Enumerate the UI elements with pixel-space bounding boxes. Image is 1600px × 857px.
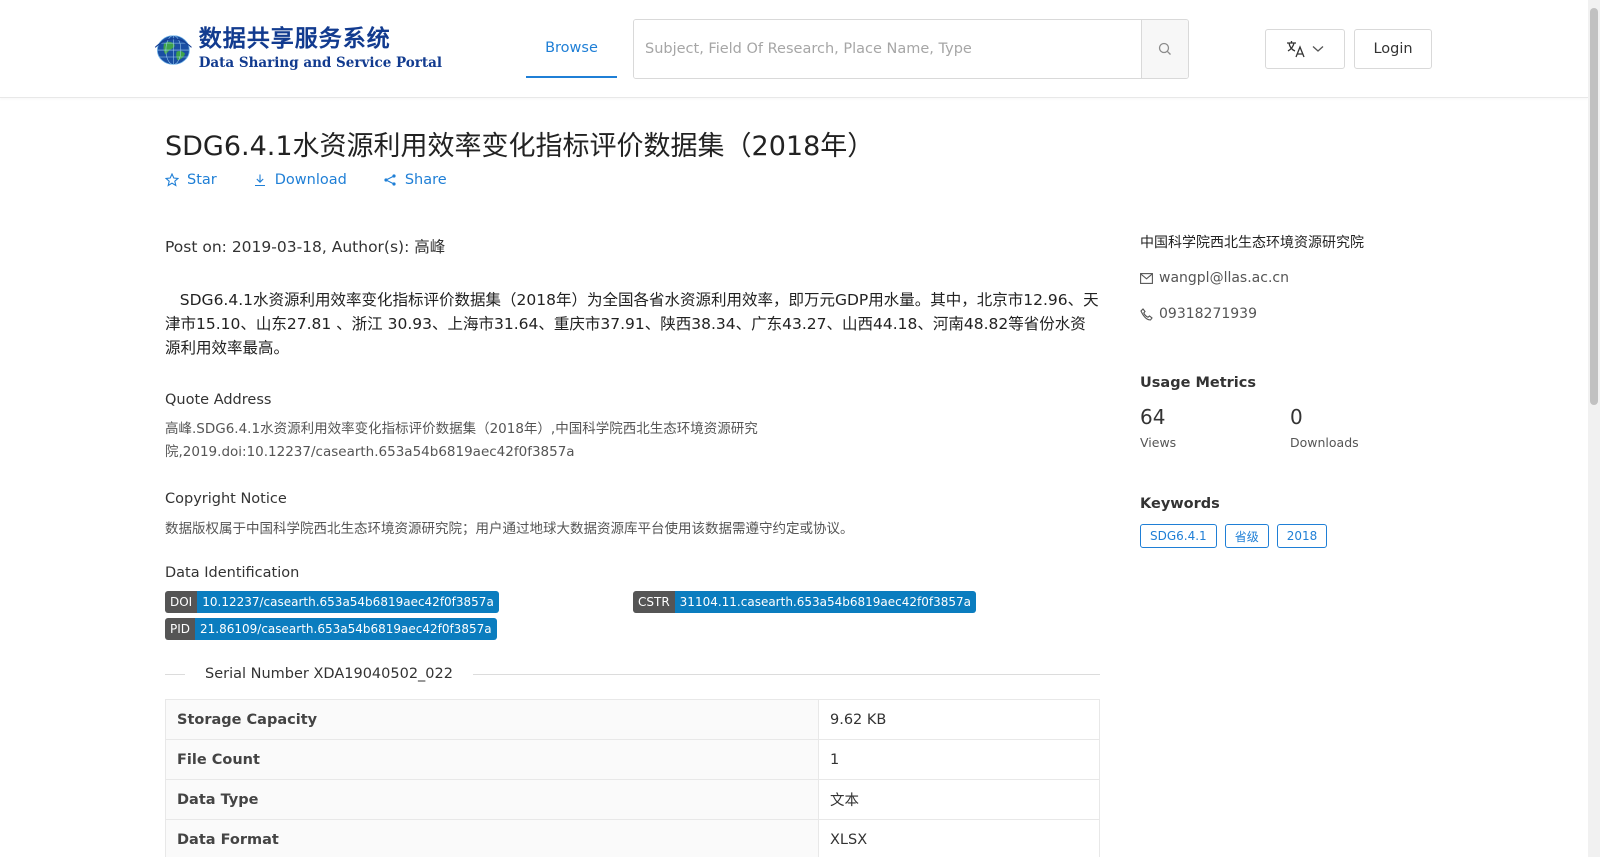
contact-email[interactable]: wangpl@llas.ac.cn [1140,270,1440,286]
phone-text: 09318271939 [1159,306,1257,322]
serial-number: Serial Number XDA19040502_022 [205,666,453,682]
meta-key: Data Type [165,779,819,820]
downloads-label: Downloads [1290,435,1359,450]
identification-section: Data Identification DOI 10.12237/caseart… [165,565,1100,643]
download-icon [254,174,265,187]
search-icon [1158,42,1171,55]
search-button[interactable] [1141,20,1188,78]
cstr-badge[interactable]: CSTR 31104.11.casearth.653a54b6819aec42f… [633,591,977,613]
dataset-metadata-table: Storage Capacity 9.62 KB File Count 1 Da… [165,699,1100,857]
views-label: Views [1140,435,1177,450]
cstr-key: CSTR [633,591,675,613]
keyword-tag[interactable]: SDG6.4.1 [1140,524,1217,548]
download-label: Download [274,172,347,188]
keyword-list: SDG6.4.1 省级 2018 [1140,524,1440,548]
top-header: 数据共享服务系统 Data Sharing and Service Portal… [0,0,1588,98]
quote-section: Quote Address 高峰.SDG6.4.1水资源利用效率变化指标评价数据… [165,392,1100,464]
dataset-actions: Star Download Share [165,172,447,188]
identification-title: Data Identification [165,565,300,581]
share-icon [384,174,396,186]
pid-value: 21.86109/casearth.653a54b6819aec42f0f385… [195,618,497,640]
meta-value: XLSX [818,819,1100,857]
mail-icon [1140,272,1153,284]
star-button[interactable]: Star [165,172,217,188]
keywords-section: Keywords SDG6.4.1 省级 2018 [1140,496,1440,548]
dataset-title: SDG6.4.1水资源利用效率变化指标评价数据集（2018年） [165,131,875,162]
cstr-value: 31104.11.casearth.653a54b6819aec42f0f385… [674,591,977,613]
scrollbar-thumb[interactable] [1590,8,1598,405]
quote-text: 高峰.SDG6.4.1水资源利用效率变化指标评价数据集（2018年）,中国科学院… [165,421,758,460]
meta-value: 9.62 KB [818,699,1100,740]
copyright-section: Copyright Notice 数据版权属于中国科学院西北生态环境资源研究院；… [165,491,1100,537]
downloads-metric: 0 Downloads [1290,405,1440,450]
usage-metrics-title: Usage Metrics [1140,375,1256,391]
post-info: Post on: 2019-03-18, Author(s): 高峰 [165,238,446,256]
meta-key: Storage Capacity [165,699,819,740]
doi-key: DOI [165,591,198,613]
globe-logo-icon [154,35,192,65]
description-text: SDG6.4.1水资源利用效率变化指标评价数据集（2018年）为全国各省水资源利… [165,291,1099,357]
views-count: 64 [1140,405,1166,429]
divider-line [165,673,185,675]
search-box [633,19,1189,79]
copyright-text: 数据版权属于中国科学院西北生态环境资源研究院；用户通过地球大数据资源库平台使用该… [165,521,854,537]
views-metric: 64 Views [1140,405,1290,450]
language-dropdown[interactable] [1265,29,1345,69]
share-button[interactable]: Share [383,172,447,188]
star-icon [165,173,179,187]
meta-key: Data Format [165,819,819,857]
pid-key: PID [165,618,196,640]
usage-metrics-section: Usage Metrics 64 Views 0 Downloads [1140,375,1440,450]
meta-key: File Count [165,739,819,780]
doi-value: 10.12237/casearth.653a54b6819aec42f0f385… [197,591,499,613]
doi-badge[interactable]: DOI 10.12237/casearth.653a54b6819aec42f0… [165,591,499,613]
email-text: wangpl@llas.ac.cn [1159,270,1289,286]
phone-icon [1140,307,1153,321]
star-label: Star [187,172,217,188]
identifier-badges: DOI 10.12237/casearth.653a54b6819aec42f0… [165,591,1100,643]
organization-name: 中国科学院西北生态环境资源研究院 [1140,235,1364,251]
chevron-down-icon [1312,46,1324,52]
login-button[interactable]: Login [1354,29,1432,69]
divider-line [473,673,1100,675]
table-row: Storage Capacity 9.62 KB [165,699,1100,740]
logo-title-en: Data Sharing and Service Portal [198,55,442,71]
keyword-tag[interactable]: 省级 [1224,524,1269,548]
quote-title: Quote Address [165,392,272,408]
copyright-title: Copyright Notice [165,491,287,507]
keywords-title: Keywords [1140,496,1220,512]
nav-browse-link[interactable]: Browse [526,20,617,78]
site-logo[interactable]: 数据共享服务系统 Data Sharing and Service Portal [152,18,442,80]
dataset-sidebar: 中国科学院西北生态环境资源研究院 wangpl@llas.ac.cn 09318… [1140,232,1440,548]
table-row: Data Format XLSX [165,819,1100,857]
dataset-main: Post on: 2019-03-18, Author(s): 高峰 SDG6.… [165,235,1100,857]
contact-phone: 09318271939 [1140,306,1440,322]
downloads-count: 0 [1290,405,1303,429]
download-button[interactable]: Download [253,172,347,188]
table-row: File Count 1 [165,739,1100,780]
page-scrollbar[interactable] [1588,0,1600,857]
share-label: Share [404,172,447,188]
dataset-description: SDG6.4.1水资源利用效率变化指标评价数据集（2018年）为全国各省水资源利… [165,288,1100,360]
logo-title-cn: 数据共享服务系统 [198,26,391,52]
meta-value: 文本 [818,779,1100,820]
keyword-tag[interactable]: 2018 [1276,524,1328,548]
search-input[interactable] [634,20,1141,78]
translate-icon [1287,41,1305,58]
serial-divider: Serial Number XDA19040502_022 [165,663,1100,685]
table-row: Data Type 文本 [165,779,1100,820]
meta-value: 1 [818,739,1100,780]
pid-badge[interactable]: PID 21.86109/casearth.653a54b6819aec42f0… [165,618,497,640]
